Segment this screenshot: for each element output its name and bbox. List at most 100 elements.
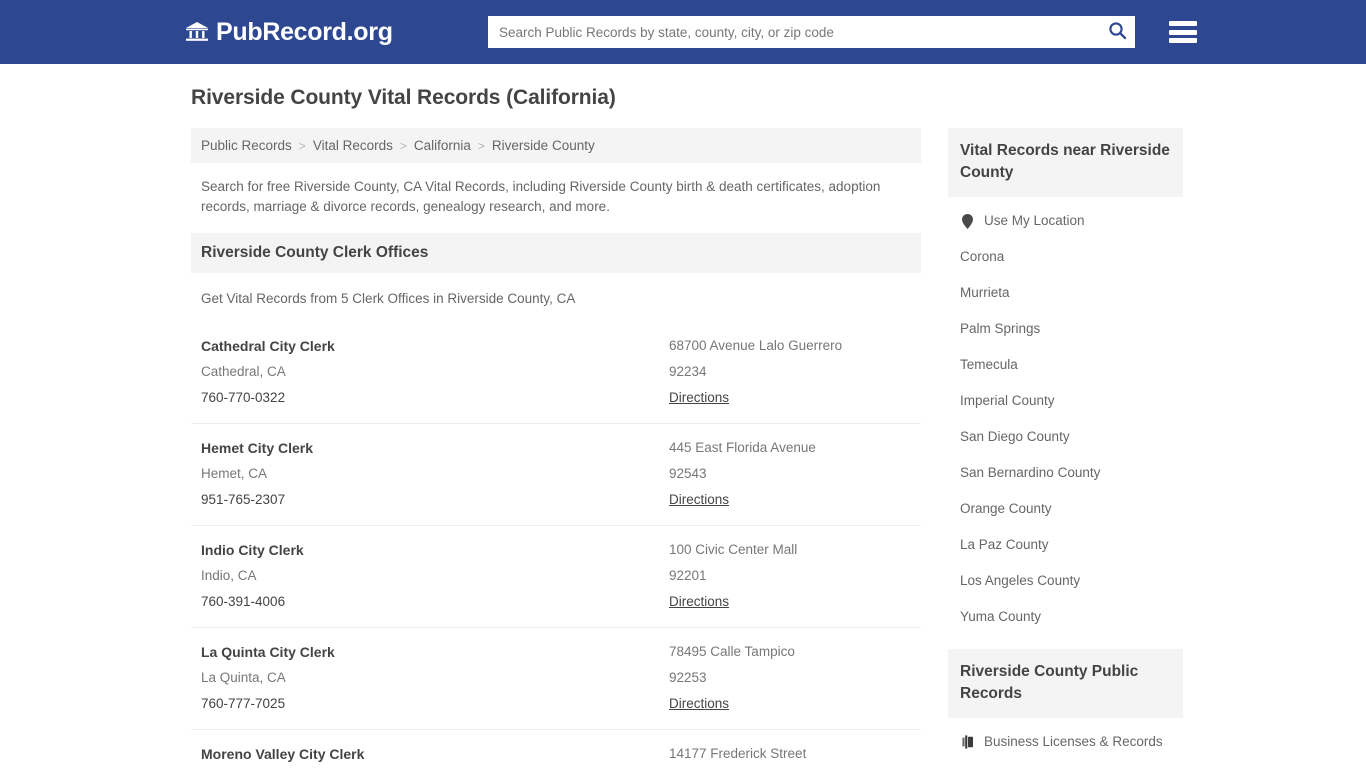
search-input[interactable] (489, 17, 1100, 47)
sidebar-nearby-list: Use My Location Corona Murrieta Palm Spring… (948, 197, 1183, 635)
search-icon (1108, 21, 1127, 43)
search-bar[interactable] (488, 16, 1135, 48)
sidebar-item-label: Temecula (960, 357, 1018, 372)
sidebar-item-label: San Bernardino County (960, 465, 1101, 480)
clerk-office-row: Moreno Valley City ClerkMoreno Valley, C… (191, 729, 921, 768)
site-logo-link[interactable]: PubRecord.org (185, 18, 393, 47)
office-right-column: 100 Civic Center Mall 92201 Directions (669, 537, 911, 615)
header-inner: PubRecord.org (183, 0, 1197, 64)
breadcrumb-item-1[interactable]: Vital Records (313, 138, 393, 153)
office-zip: 92253 (669, 670, 707, 685)
sidebar-item-imperial-county[interactable]: Imperial County (948, 383, 1183, 419)
office-phone: 951-765-2307 (201, 492, 286, 507)
sidebar-item-murrieta[interactable]: Murrieta (948, 275, 1183, 311)
office-directions-wrap: Directions (669, 691, 911, 717)
office-directions-wrap: Directions (669, 487, 911, 513)
map-pin-icon (960, 213, 975, 229)
sidebar-nearby-heading: Vital Records near Riverside County (948, 128, 1183, 197)
breadcrumb-item-3: Riverside County (491, 138, 595, 153)
office-zip: 92543 (669, 466, 707, 481)
sidebar-item-palm-springs[interactable]: Palm Springs (948, 311, 1183, 347)
office-city: Hemet, CA (201, 466, 268, 481)
office-city: Indio, CA (201, 568, 257, 583)
office-name[interactable]: La Quinta City Clerk (201, 639, 669, 665)
office-left-column: Hemet City Clerk Hemet, CA 951-765-2307 (201, 435, 669, 513)
office-name[interactable]: Indio City Clerk (201, 537, 669, 563)
sidebar-item-san-diego-county[interactable]: San Diego County (948, 419, 1183, 455)
sidebar-item-label: Business Licenses & Records (984, 734, 1163, 749)
office-right-column: 14177 Frederick Street92553Directions (669, 741, 911, 768)
page-container: Riverside County Vital Records (Californ… (183, 64, 1183, 768)
sidebar: Vital Records near Riverside County Use … (948, 128, 1183, 768)
office-right-column: 68700 Avenue Lalo Guerrero 92234 Direction… (669, 333, 911, 411)
sidebar-item-orange-county[interactable]: Orange County (948, 491, 1183, 527)
sidebar-item-business-licenses-records[interactable]: Business Licenses & Records (948, 724, 1183, 760)
sidebar-item-label: La Paz County (960, 537, 1049, 552)
office-city: La Quinta, CA (201, 670, 286, 685)
clerk-office-row: Hemet City Clerk Hemet, CA 951-765-2307 445… (191, 423, 921, 525)
content-columns: Public Records > Vital Records > California >… (183, 128, 1183, 768)
briefcase-icon (960, 735, 975, 749)
sidebar-item-los-angeles-county[interactable]: Los Angeles County (948, 563, 1183, 599)
sidebar-item-corona[interactable]: Corona (948, 239, 1183, 275)
office-address: 78495 Calle Tampico (669, 644, 795, 659)
office-phone: 760-777-7025 (201, 696, 286, 711)
page-intro-text: Search for free Riverside County, CA Vit… (201, 179, 881, 214)
sidebar-public-records-heading: Riverside County Public Records (948, 649, 1183, 718)
office-left-column: Cathedral City Clerk Cathedral, CA 760-770… (201, 333, 669, 411)
breadcrumb-item-2[interactable]: California (414, 138, 471, 153)
office-left-column: Indio City Clerk Indio, CA 760-391-4006 (201, 537, 669, 615)
breadcrumb-separator: > (477, 138, 485, 153)
office-address: 100 Civic Center Mall (669, 542, 798, 557)
office-zip: 92201 (669, 568, 707, 583)
sidebar-public-records-list: Business Licenses & Records Court Records (948, 718, 1183, 768)
hamburger-bar-2 (1169, 29, 1197, 35)
sidebar-item-use-my-location[interactable]: Use My Location (948, 203, 1183, 239)
office-right-column: 445 East Florida Avenue 92543 Directions (669, 435, 911, 513)
directions-link[interactable]: Directions (669, 487, 729, 513)
sidebar-item-san-bernardino-county[interactable]: San Bernardino County (948, 455, 1183, 491)
directions-link[interactable]: Directions (669, 385, 729, 411)
office-directions-wrap: Directions (669, 385, 911, 411)
breadcrumb-item-0[interactable]: Public Records (201, 138, 292, 153)
breadcrumb: Public Records > Vital Records > California >… (191, 128, 921, 163)
sidebar-item-court-records[interactable]: Court Records (948, 760, 1183, 768)
breadcrumb-separator: > (399, 138, 407, 153)
clerk-office-list: Cathedral City Clerk Cathedral, CA 760-770… (191, 322, 921, 768)
directions-link[interactable]: Directions (669, 589, 729, 615)
office-name[interactable]: Hemet City Clerk (201, 435, 669, 461)
office-zip: 92234 (669, 364, 707, 379)
hamburger-bar-1 (1169, 21, 1197, 26)
directions-link[interactable]: Directions (669, 691, 729, 717)
sidebar-item-label: Corona (960, 249, 1005, 264)
bank-icon (185, 21, 209, 43)
sidebar-item-label: Murrieta (960, 285, 1010, 300)
section-subheading: Get Vital Records from 5 Clerk Offices i… (201, 291, 576, 306)
clerk-office-row: Indio City Clerk Indio, CA 760-391-4006 100… (191, 525, 921, 627)
site-logo-text: PubRecord.org (216, 17, 393, 46)
sidebar-item-label: San Diego County (960, 429, 1070, 444)
office-left-column: Moreno Valley City ClerkMoreno Valley, C… (201, 741, 669, 768)
search-button[interactable] (1100, 17, 1134, 47)
page-title: Riverside County Vital Records (Californ… (191, 86, 616, 109)
office-phone: 760-391-4006 (201, 594, 286, 609)
sidebar-item-temecula[interactable]: Temecula (948, 347, 1183, 383)
office-name[interactable]: Cathedral City Clerk (201, 333, 669, 359)
office-directions-wrap: Directions (669, 589, 911, 615)
sidebar-item-label: Yuma County (960, 609, 1042, 624)
hamburger-bar-3 (1169, 38, 1197, 43)
clerk-office-row: La Quinta City Clerk La Quinta, CA 760-777… (191, 627, 921, 729)
sidebar-item-yuma-county[interactable]: Yuma County (948, 599, 1183, 635)
breadcrumb-separator: > (298, 138, 306, 153)
sidebar-item-label: Use My Location (984, 213, 1085, 228)
office-address: 445 East Florida Avenue (669, 440, 816, 455)
office-name[interactable]: Moreno Valley City Clerk (201, 741, 669, 767)
sidebar-item-label: Palm Springs (960, 321, 1041, 336)
sidebar-item-la-paz-county[interactable]: La Paz County (948, 527, 1183, 563)
main-content: Public Records > Vital Records > California >… (191, 128, 921, 768)
office-left-column: La Quinta City Clerk La Quinta, CA 760-777… (201, 639, 669, 717)
sidebar-item-label: Imperial County (960, 393, 1055, 408)
hamburger-menu-icon[interactable] (1169, 19, 1197, 45)
sidebar-item-label: Los Angeles County (960, 573, 1081, 588)
